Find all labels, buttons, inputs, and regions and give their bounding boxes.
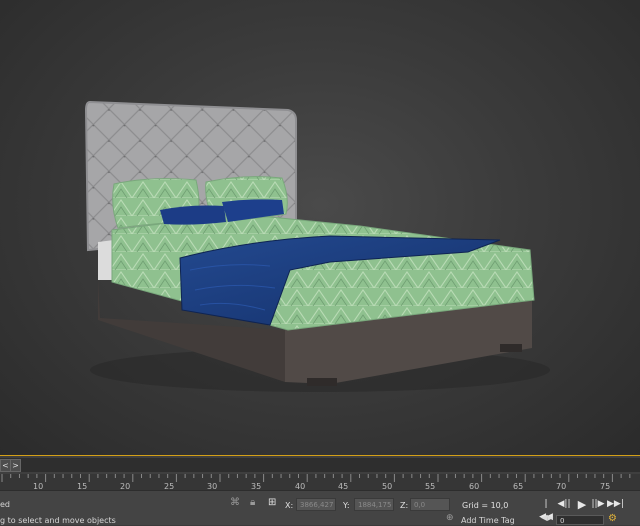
bed-leg [500,344,522,352]
key-mode-toggle-icon[interactable]: ◀▶ [541,513,553,522]
ruler-ticks [1,474,631,482]
goto-end-button[interactable]: ▶▶| [607,498,624,511]
viewport[interactable] [0,0,640,455]
bed-model[interactable] [0,0,640,455]
selection-lock-icon[interactable]: ⌘ [230,497,240,508]
x-label: X: [285,501,294,510]
goto-start-button[interactable]: |◀◀ [538,498,554,522]
status-bar: ed g to select and move objects ⌘ 🔒︎ ⊞ X… [0,490,640,525]
cushion-left [160,205,226,225]
x-coordinate-field[interactable]: 3866,427 [296,498,336,511]
play-button[interactable]: ▶ [574,498,590,511]
previous-frame-button[interactable]: ◀|| [556,498,572,511]
bed-leg [307,378,337,386]
timeline[interactable]: < > 10 15 20 25 30 35 40 45 50 55 60 65 … [0,455,640,491]
time-configuration-icon[interactable]: ⚙ [608,513,617,524]
time-slider[interactable]: < > [0,458,640,472]
status-line: ed [0,500,10,509]
absolute-mode-icon[interactable]: ⊞ [268,497,276,508]
time-slider-next-button[interactable]: > [10,459,21,472]
z-coordinate-field[interactable]: 0,0 [410,498,450,511]
lock-icon[interactable]: 🔒︎ [250,497,255,508]
track-bar-ruler[interactable]: 10 15 20 25 30 35 40 45 50 55 60 65 70 7… [0,474,640,491]
time-tag-icon: ⊕ [446,513,454,523]
z-label: Z: [400,501,409,510]
next-frame-button[interactable]: ||▶ [590,498,606,511]
y-label: Y: [343,501,350,510]
y-coordinate-field[interactable]: 1884,175 [354,498,394,511]
grid-size-label: Grid = 10,0 [462,501,509,510]
